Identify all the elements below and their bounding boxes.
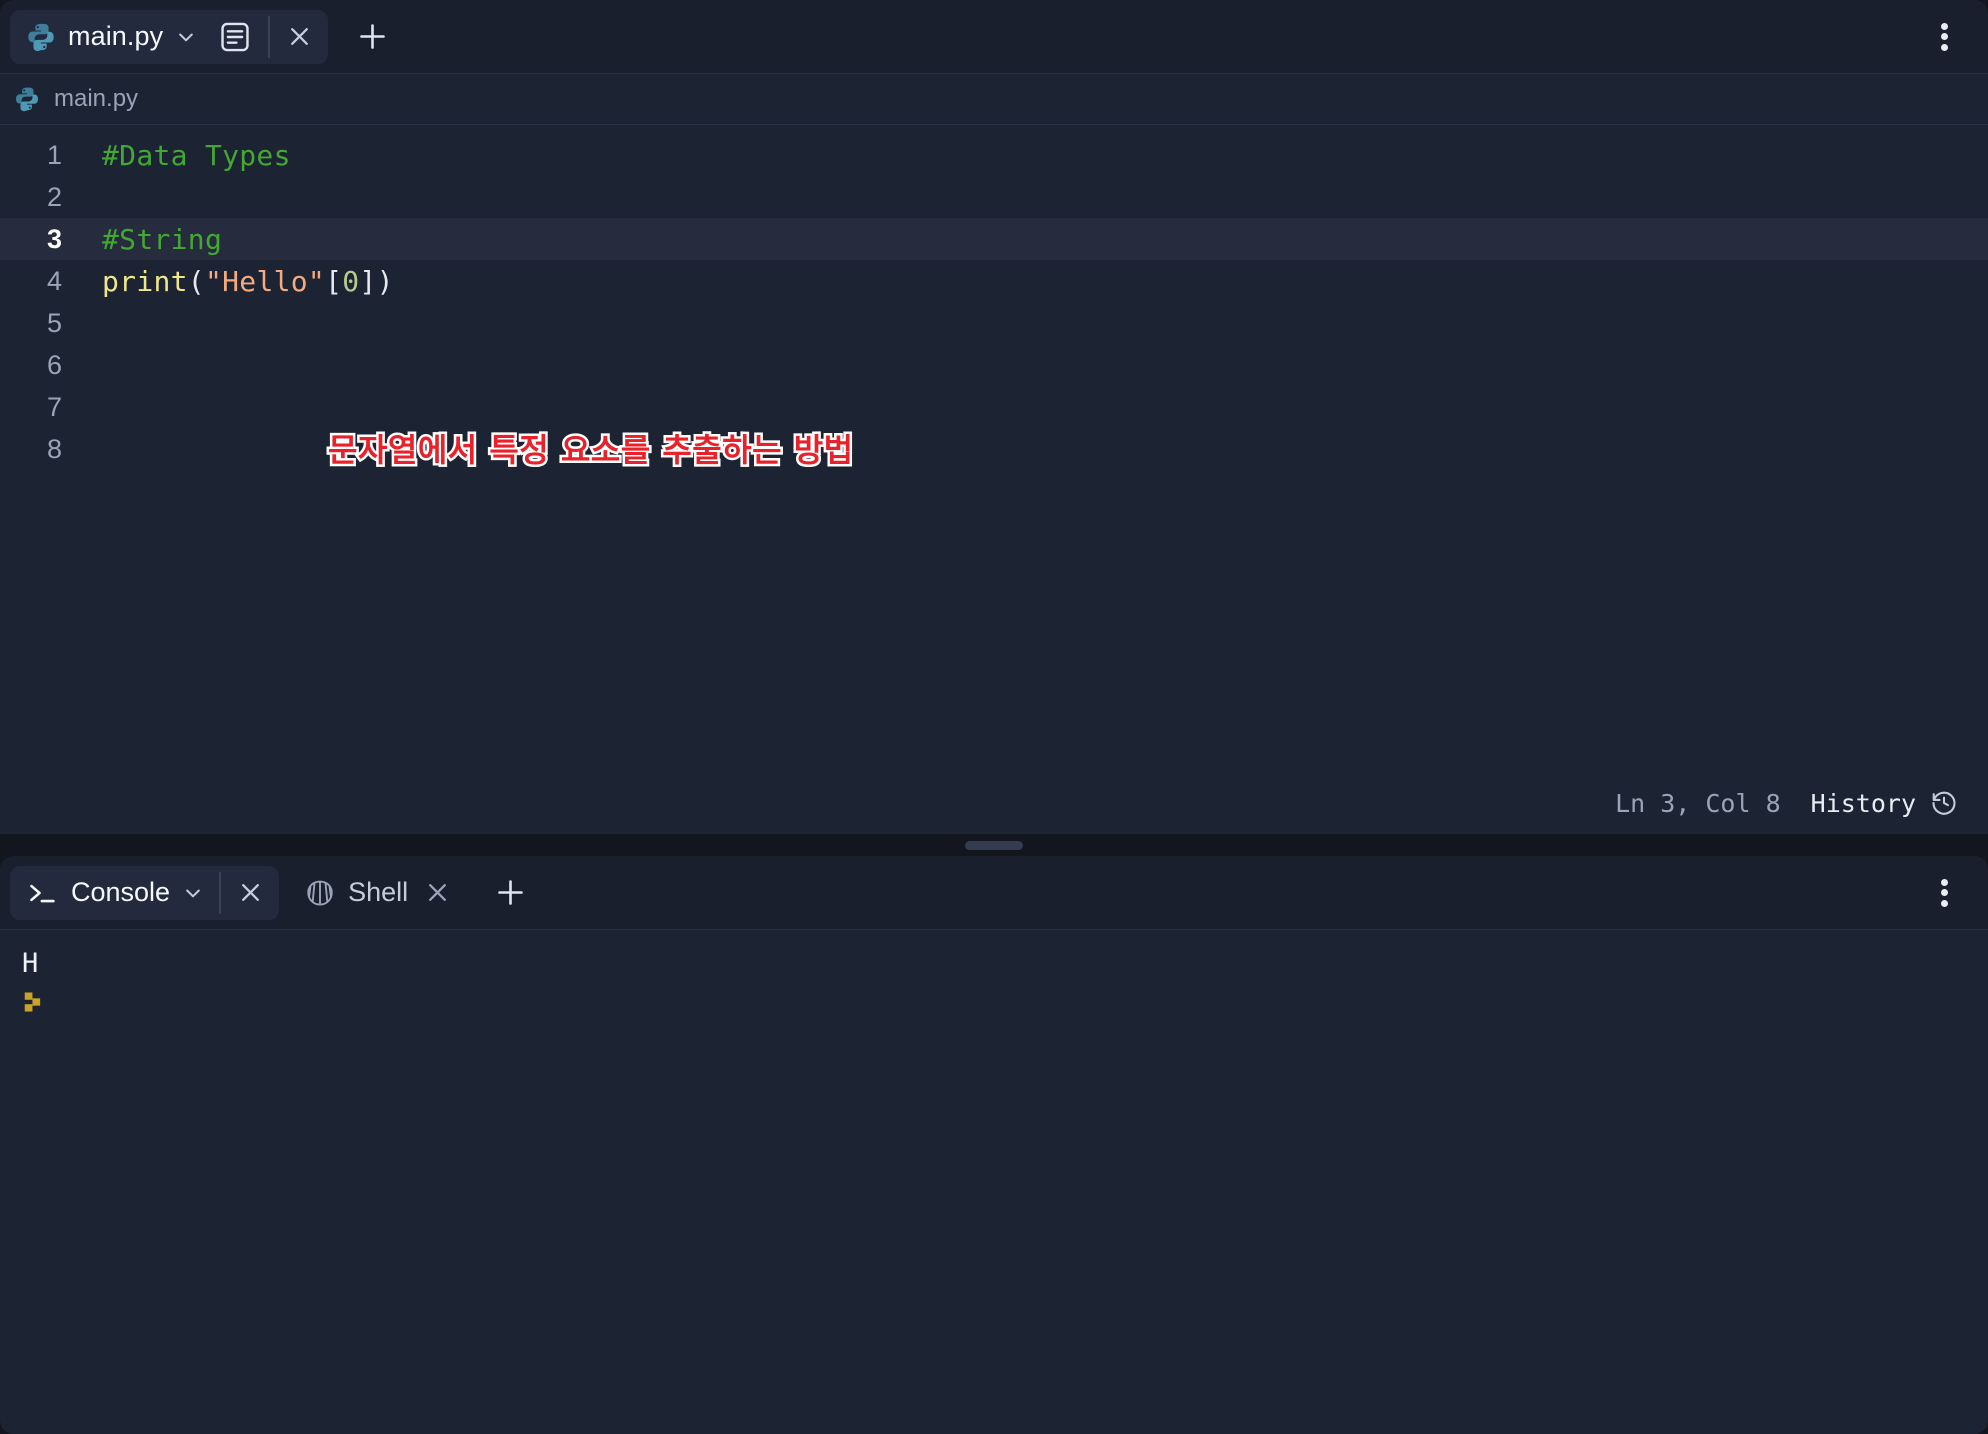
close-icon xyxy=(290,28,308,45)
close-icon xyxy=(241,884,259,901)
console-tab-label: Console xyxy=(71,877,171,907)
code-token: ( xyxy=(187,264,205,298)
plus-icon xyxy=(497,880,523,905)
code-line[interactable]: 7 xyxy=(0,386,1988,428)
line-number: 5 xyxy=(46,307,62,338)
code-line[interactable]: 4 print("Hello"[0]) xyxy=(0,260,1988,302)
line-number: 7 xyxy=(46,391,62,422)
code-editor-area[interactable]: 1 #Data Types 2 3 #String 4 print("Hello"[0]) 5… xyxy=(0,125,1988,834)
plus-icon xyxy=(359,24,385,49)
code-token: ) xyxy=(376,264,394,298)
console-tab-close-button[interactable] xyxy=(221,866,279,920)
history-clock-icon xyxy=(1932,791,1956,815)
line-number: 6 xyxy=(46,349,62,380)
code-token: 0 xyxy=(342,264,360,298)
code-token: ] xyxy=(359,264,377,298)
cursor-position-label: Ln 3, Col 8 xyxy=(1615,788,1781,818)
editor-tab-strip: main.py xyxy=(0,0,1988,73)
code-line[interactable]: 1 #Data Types xyxy=(0,134,1988,176)
line-number: 2 xyxy=(46,181,62,212)
seashell-icon xyxy=(307,880,333,905)
code-token: [ xyxy=(325,264,343,298)
document-lines-icon[interactable] xyxy=(218,20,252,54)
more-vertical-icon xyxy=(1940,33,1948,40)
python-logo-icon xyxy=(16,87,38,112)
console-new-tab-button[interactable] xyxy=(480,863,540,923)
code-line[interactable]: 8 xyxy=(0,428,1988,470)
code-line[interactable]: 5 xyxy=(0,302,1988,344)
editor-pane: main.py main.py 1 #Data Types 2 3 #Strin… xyxy=(0,0,1988,834)
editor-options-menu-button[interactable] xyxy=(1922,10,1966,64)
code-token: #Data Types xyxy=(102,138,291,172)
tab-shell[interactable]: Shell xyxy=(289,866,466,920)
code-line[interactable]: 2 xyxy=(0,176,1988,218)
console-prompt-row xyxy=(22,991,1988,1013)
history-button[interactable]: History xyxy=(1811,789,1958,818)
breadcrumb-path: main.py xyxy=(54,85,139,112)
console-tab-strip: Console Shell xyxy=(0,856,1988,929)
tab-label: main.py xyxy=(68,21,164,51)
code-line-text: #Data Types xyxy=(102,139,291,172)
code-token: "Hello" xyxy=(204,264,326,298)
shell-tab-label: Shell xyxy=(348,877,409,907)
more-vertical-icon xyxy=(1940,22,1948,30)
history-label: History xyxy=(1810,788,1916,818)
code-line-text: print("Hello"[0]) xyxy=(102,265,394,298)
chevron-down-icon[interactable] xyxy=(176,27,196,47)
panel-splitter[interactable] xyxy=(0,834,1988,856)
more-vertical-icon xyxy=(1940,889,1948,896)
breadcrumb: main.py xyxy=(0,73,1988,125)
console-options-menu-button[interactable] xyxy=(1922,866,1966,920)
tab-main-py[interactable]: main.py xyxy=(10,9,329,64)
console-output-area[interactable]: H xyxy=(0,929,1988,1434)
tab-close-button[interactable] xyxy=(270,10,328,64)
console-pane: Console Shell H xyxy=(0,856,1988,1434)
korean-annotation-overlay: 문자열에서 특정 요소를 추출하는 방법 xyxy=(326,429,856,472)
shell-tab-close-button[interactable] xyxy=(408,866,466,920)
more-vertical-icon xyxy=(1940,899,1948,907)
more-vertical-icon xyxy=(1940,43,1948,51)
code-line-text: #String xyxy=(102,223,222,256)
close-icon xyxy=(428,884,446,901)
line-number: 1 xyxy=(46,139,62,170)
python-logo-icon xyxy=(28,23,54,51)
chevron-down-icon[interactable] xyxy=(183,883,203,903)
editor-status-bar: Ln 3, Col 8 History xyxy=(0,772,1988,834)
terminal-prompt-icon xyxy=(30,884,55,902)
new-tab-button[interactable] xyxy=(342,7,402,67)
line-number: 4 xyxy=(46,265,62,296)
replit-prompt-icon xyxy=(24,992,41,1012)
code-token: print xyxy=(102,264,188,298)
code-line[interactable]: 6 xyxy=(0,344,1988,386)
code-line[interactable]: 3 #String xyxy=(0,218,1988,260)
line-number: 8 xyxy=(46,433,62,464)
line-number: 3 xyxy=(46,223,62,254)
more-vertical-icon xyxy=(1940,878,1948,886)
console-output-text: H xyxy=(22,948,39,979)
code-token: #String xyxy=(102,222,223,256)
tab-console[interactable]: Console xyxy=(10,865,280,920)
panel-resize-handle[interactable] xyxy=(965,840,1023,850)
